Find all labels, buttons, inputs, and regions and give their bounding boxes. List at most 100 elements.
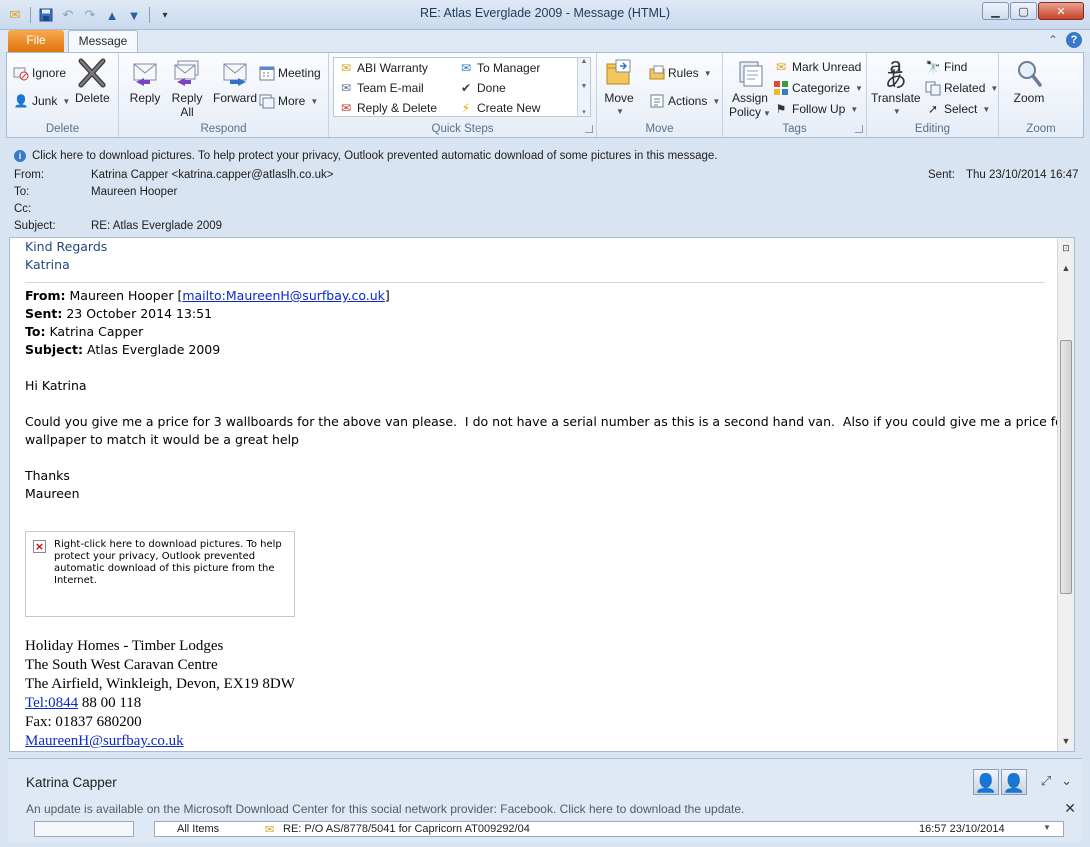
meeting-label: Meeting	[278, 66, 321, 80]
divider	[25, 282, 1045, 283]
follow-up-button[interactable]: ⚑ Follow Up ▼	[773, 99, 859, 119]
mark-unread-button[interactable]: ✉ Mark Unread	[773, 57, 861, 77]
minimize-button[interactable]: ▁	[982, 2, 1009, 20]
quick-step-done[interactable]: ✔ Done	[458, 78, 506, 98]
meeting-button[interactable]: Meeting	[259, 63, 321, 83]
move-folder-icon	[603, 57, 635, 89]
related-label: Related	[944, 81, 986, 95]
quick-step-reply-delete[interactable]: ✉ Reply & Delete	[338, 98, 437, 118]
related-button[interactable]: Related ▼	[925, 78, 998, 98]
orig-from-label: From:	[25, 288, 66, 303]
related-icon	[925, 80, 941, 96]
reply-all-label-1: Reply	[171, 91, 203, 105]
quick-step-abi-warranty[interactable]: ✉ ABI Warranty	[338, 58, 428, 78]
ribbon: Ignore 👤 Junk ▼ Delete Delete Reply Repl	[6, 52, 1084, 138]
tel-link[interactable]: Tel:0844	[25, 695, 78, 711]
reply-all-label-2: All	[180, 105, 194, 119]
quick-step-label: To Manager	[477, 61, 541, 75]
sig-line-3: The Airfield, Winkleigh, Devon, EX19 8DW	[25, 676, 295, 692]
reply-all-button[interactable]: Reply All	[171, 57, 203, 119]
delete-button[interactable]: Delete	[75, 57, 110, 105]
select-button[interactable]: ➚ Select ▼	[925, 99, 990, 119]
scroll-down-icon[interactable]: ▼	[581, 83, 588, 90]
sig-email-link[interactable]: MaureenH@surfbay.co.uk	[25, 732, 1045, 751]
move-button[interactable]: Move ▼	[603, 57, 635, 119]
scroll-thumb[interactable]	[1060, 340, 1072, 594]
assign-policy-button[interactable]: Assign Policy ▼	[729, 57, 771, 121]
quick-step-label: Reply & Delete	[357, 101, 438, 115]
quick-steps-gallery: ✉ ABI Warranty ✉ To Manager ✉ Team E-mai…	[333, 57, 591, 117]
scroll-up-icon[interactable]: ▲	[1058, 260, 1074, 276]
social-update-message[interactable]: An update is available on the Microsoft …	[26, 802, 744, 816]
junk-label: Junk	[32, 94, 58, 108]
activity-tab[interactable]	[34, 821, 134, 837]
dialog-launcher-icon[interactable]	[855, 125, 863, 133]
maximize-button[interactable]: ▢	[1010, 2, 1037, 20]
activity-list[interactable]: All Items ✉ RE: P/O AS/8778/5041 for Cap…	[154, 821, 1064, 837]
translate-button[interactable]: aあ Translate ▼	[871, 55, 921, 119]
expand-icon[interactable]: ⤢	[1041, 773, 1051, 789]
group-respond-label: Respond	[200, 123, 247, 135]
body-vertical-scrollbar[interactable]: ⊡ ▲ ▼	[1057, 238, 1074, 751]
signature: Holiday Homes - Timber Lodges The South …	[25, 637, 1045, 751]
people-pane-name[interactable]: Katrina Capper	[26, 775, 117, 790]
actions-button[interactable]: Actions ▼	[649, 91, 720, 111]
chevron-down-icon[interactable]: ⌄	[1061, 773, 1072, 789]
quick-step-team-email[interactable]: ✉ Team E-mail	[338, 78, 424, 98]
orig-from-end: ]	[384, 288, 390, 303]
collapse-ribbon-icon[interactable]: ⌃	[1048, 33, 1058, 47]
team-mail-icon: ✉	[340, 81, 352, 95]
quick-step-label: Create New	[477, 101, 541, 115]
people-pane-tools: ⤢ ⌄	[1041, 773, 1072, 789]
avatar[interactable]: 👤	[1001, 769, 1027, 795]
blocked-image-placeholder[interactable]: × Right-click here to download pictures.…	[25, 531, 295, 617]
to-label: To:	[14, 186, 30, 198]
sig-tel-line: Tel:0844 88 00 118	[25, 694, 1045, 713]
greeting: Hi Katrina	[25, 378, 87, 393]
tab-message[interactable]: Message	[68, 30, 138, 53]
sig-line-2: The South West Caravan Centre	[25, 657, 218, 673]
orig-from-mailto-link[interactable]: mailto:MaureenH@surfbay.co.uk	[182, 288, 385, 303]
reply-button[interactable]: Reply	[129, 57, 161, 105]
junk-button[interactable]: 👤 Junk ▼	[13, 91, 71, 111]
close-icon[interactable]: ✕	[1064, 800, 1076, 817]
rules-button[interactable]: Rules ▼	[649, 63, 712, 83]
scroll-icon[interactable]: ⊡	[1058, 240, 1074, 256]
download-pictures-infobar[interactable]: i Click here to download pictures. To he…	[8, 145, 1082, 167]
quick-step-to-manager[interactable]: ✉ To Manager	[458, 58, 540, 78]
help-icon[interactable]: ?	[1066, 32, 1082, 48]
to-value[interactable]: Maureen Hooper	[91, 186, 177, 198]
more-button[interactable]: More ▼	[259, 91, 318, 111]
close-button[interactable]: ✕	[1038, 2, 1084, 20]
find-button[interactable]: 🔭 Find	[925, 57, 968, 77]
avatar[interactable]: 👤	[973, 769, 999, 795]
group-tags: Assign Policy ▼ ✉ Mark Unread Categorize …	[723, 53, 867, 137]
zoom-button[interactable]: Zoom	[1013, 57, 1045, 105]
message-body[interactable]: Kind Regards Katrina From: Maureen Hoope…	[9, 237, 1075, 752]
chevron-down-icon: ▼	[850, 104, 859, 114]
kind-regards: Kind Regards	[25, 239, 108, 254]
chevron-down-icon: ▼	[892, 107, 901, 116]
scroll-down-icon[interactable]: ▼	[1058, 733, 1074, 749]
forward-button[interactable]: Forward	[213, 57, 257, 105]
from-value[interactable]: Katrina Capper <katrina.capper@atlaslh.c…	[91, 169, 333, 181]
group-quick-steps-label: Quick Steps	[431, 123, 494, 135]
activity-filter[interactable]: All Items	[177, 823, 219, 835]
categorize-button[interactable]: Categorize ▼	[773, 78, 863, 98]
ignore-button[interactable]: Ignore	[13, 63, 66, 83]
orig-to-value: Katrina Capper	[49, 324, 144, 339]
orig-sent-value: 23 October 2014 13:51	[66, 306, 213, 321]
forward-mail-icon: ✉	[460, 61, 472, 75]
quick-step-create-new[interactable]: ⚡ Create New	[458, 98, 541, 118]
expand-gallery-icon[interactable]: ▾	[582, 108, 586, 116]
tab-file[interactable]: File	[8, 30, 64, 52]
quick-steps-scroll[interactable]: ▲ ▼ ▾	[577, 58, 590, 116]
move-label: Move	[604, 91, 634, 105]
group-zoom: Zoom Zoom	[999, 53, 1083, 137]
chevron-down-icon[interactable]: ▼	[1043, 823, 1051, 832]
activity-item-subject[interactable]: RE: P/O AS/8778/5041 for Capricorn AT009…	[283, 823, 530, 835]
group-zoom-label: Zoom	[1026, 123, 1056, 135]
dialog-launcher-icon[interactable]	[585, 125, 593, 133]
infobar-text: Click here to download pictures. To help…	[32, 150, 718, 162]
scroll-up-icon[interactable]: ▲	[581, 58, 588, 65]
